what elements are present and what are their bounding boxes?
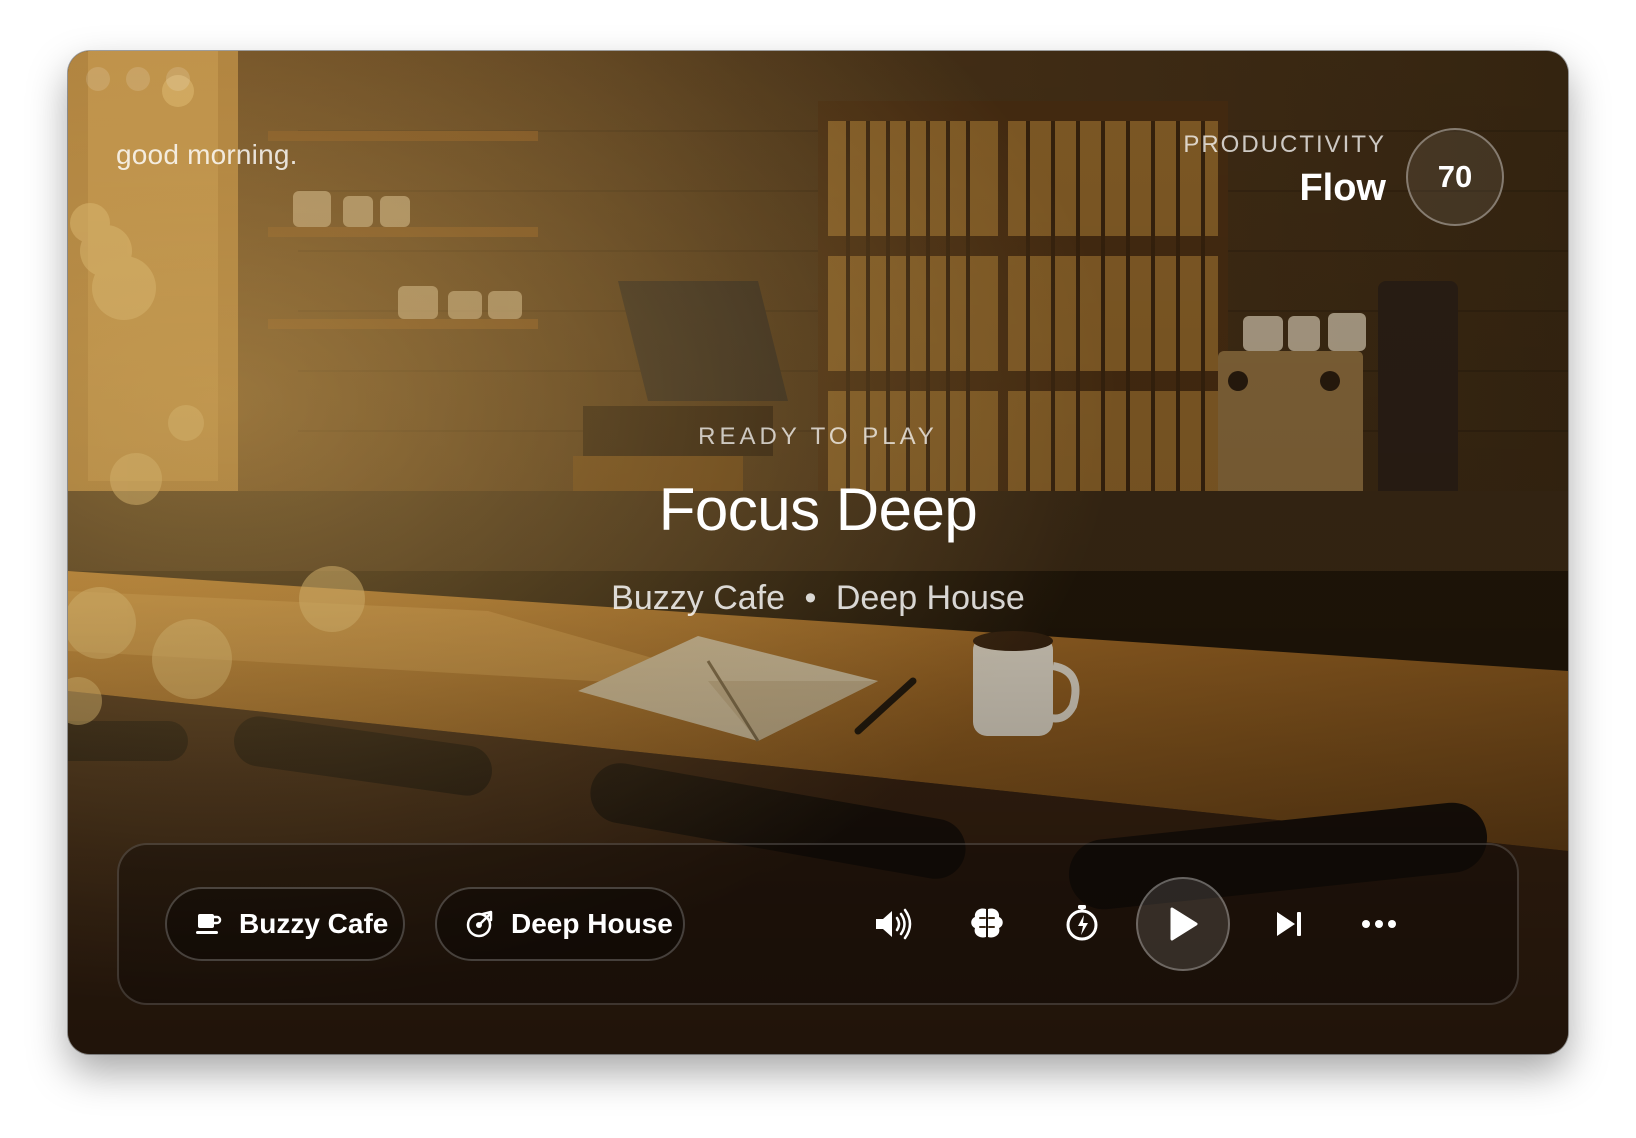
genre-chip-label: Deep House <box>511 908 673 939</box>
focus-mode-button[interactable] <box>965 902 1009 946</box>
greeting-text: good morning. <box>116 139 298 170</box>
play-icon <box>1170 907 1198 941</box>
brain-icon <box>971 908 1003 938</box>
more-options-button[interactable] <box>1357 902 1401 946</box>
ambience-chip[interactable]: Buzzy Cafe <box>165 887 405 961</box>
track-title: Focus Deep <box>658 476 978 543</box>
vinyl-record-icon <box>466 910 493 938</box>
coffee-cup-icon <box>196 914 222 934</box>
ambience-chip-label: Buzzy Cafe <box>239 908 389 939</box>
volume-button[interactable] <box>871 902 915 946</box>
stopwatch-bolt-icon <box>1066 905 1098 941</box>
track-subtitle: Buzzy Cafe • Deep House <box>68 579 1568 618</box>
window-controls <box>86 67 190 91</box>
minimize-window-button[interactable] <box>126 67 150 91</box>
control-bar: Buzzy Cafe Deep House <box>117 843 1519 1005</box>
app-window: good morning. PRODUCTIVITY Flow 70 READY… <box>68 51 1568 1054</box>
speaker-volume-icon <box>876 908 912 940</box>
play-button[interactable] <box>1136 877 1230 971</box>
genre-chip[interactable]: Deep House <box>435 887 685 961</box>
subtitle-separator: • <box>804 579 817 617</box>
playback-status: READY TO PLAY <box>698 423 938 450</box>
productivity-label: PRODUCTIVITY <box>1183 131 1386 158</box>
close-window-button[interactable] <box>86 67 110 91</box>
timer-button[interactable] <box>1059 900 1105 946</box>
subtitle-genre: Deep House <box>835 579 1025 617</box>
more-horizontal-icon <box>1362 920 1396 928</box>
productivity-block: PRODUCTIVITY Flow <box>1183 131 1386 210</box>
zoom-window-button[interactable] <box>166 67 190 91</box>
subtitle-ambience: Buzzy Cafe <box>611 579 786 617</box>
productivity-mode: Flow <box>1299 167 1386 209</box>
productivity-score-badge[interactable]: 70 <box>1406 128 1504 226</box>
next-track-button[interactable] <box>1267 902 1311 946</box>
skip-next-icon <box>1277 912 1301 936</box>
